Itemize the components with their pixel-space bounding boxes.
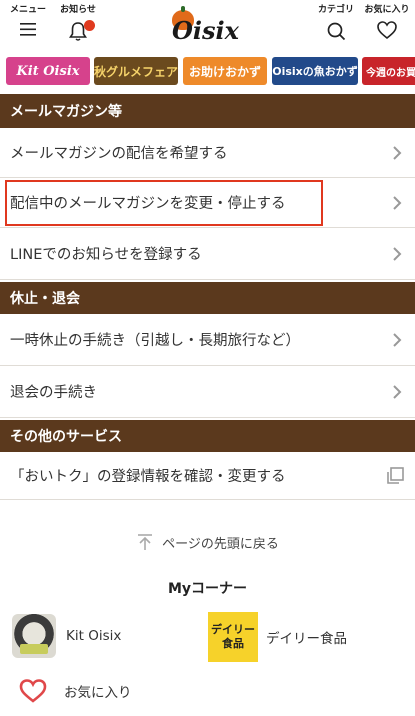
mycorner-item-label: Kit Oisix: [66, 628, 122, 644]
banner-kit-oisix[interactable]: Kit Oisix: [6, 57, 90, 85]
banner-weekly-deals[interactable]: 今週のお買い: [362, 57, 415, 85]
category-button[interactable]: カテゴリ: [308, 4, 364, 50]
row-label: 一時休止の手続き（引越し・長期旅行など）: [10, 333, 300, 349]
mycorner-item-label: デイリー食品: [266, 631, 347, 647]
row-label: LINEでのお知らせを登録する: [10, 247, 202, 263]
campaign-banner-row: Kit Oisix 秋グルメフェア お助けおかず Oisixの魚おかず 今週のお…: [0, 55, 415, 89]
chevron-right-icon: [393, 332, 402, 347]
menu-row-oitoku[interactable]: 「おいトク」の登録情報を確認・変更する: [0, 452, 415, 500]
menu-row-subscribe-mail[interactable]: メールマガジンの配信を希望する: [0, 128, 415, 178]
page-top-link[interactable]: ページの先頭に戻る: [0, 524, 415, 560]
daily-badge-line1: デイリー: [211, 623, 255, 636]
mycorner-title: Myコーナー: [167, 581, 248, 597]
row-label: メールマガジンの配信を希望する: [10, 146, 228, 162]
banner-autumn-gourmet[interactable]: 秋グルメフェア: [94, 57, 178, 85]
chevron-right-icon: [393, 246, 402, 261]
chevron-right-icon: [393, 195, 402, 210]
kit-oisix-thumbnail: [12, 614, 56, 658]
arrow-up-icon: [138, 534, 153, 550]
oisix-logo[interactable]: Oisix: [168, 6, 248, 45]
category-label: カテゴリ: [317, 5, 354, 15]
menu-button[interactable]: メニュー: [0, 4, 56, 50]
row-label: 「おいトク」の登録情報を確認・変更する: [10, 469, 286, 485]
heart-icon: [377, 21, 397, 40]
row-label: 退会の手続き: [10, 385, 97, 401]
external-window-icon: [387, 466, 404, 484]
mycorner-item-label: お気に入り: [64, 685, 132, 701]
logo-text: Oisix: [172, 16, 239, 45]
page-top-label: ページの先頭に戻る: [162, 536, 279, 552]
section-header-mail: メールマガジン等: [0, 94, 415, 128]
section-header-pause: 休止・退会: [0, 282, 415, 314]
mycorner-kit-oisix[interactable]: Kit Oisix: [12, 614, 121, 658]
notification-label: お知らせ: [60, 5, 96, 15]
search-icon: [327, 22, 346, 41]
banner-otasuke-okazu[interactable]: お助けおかず: [183, 57, 267, 85]
chevron-right-icon: [393, 384, 402, 399]
notification-button[interactable]: お知らせ: [50, 4, 106, 50]
menu-label: メニュー: [9, 5, 46, 15]
section-header-other: その他のサービス: [0, 420, 415, 452]
favorites-label: お気に入り: [364, 5, 410, 15]
app-header: メニュー お知らせ Oisix カテゴリ お気に入り: [0, 0, 415, 52]
daily-badge-line2: 食品: [222, 637, 244, 650]
banner-fish-okazu[interactable]: Oisixの魚おかず: [272, 57, 358, 85]
mycorner-favorites[interactable]: お気に入り: [18, 678, 132, 704]
menu-row-pause[interactable]: 一時休止の手続き（引越し・長期旅行など）: [0, 314, 415, 366]
notification-badge: [84, 20, 95, 31]
chevron-right-icon: [393, 145, 402, 160]
menu-row-withdraw[interactable]: 退会の手続き: [0, 366, 415, 418]
hamburger-icon: [20, 23, 36, 36]
menu-row-line-register[interactable]: LINEでのお知らせを登録する: [0, 228, 415, 280]
favorites-button[interactable]: お気に入り: [359, 4, 415, 50]
heart-icon: [19, 679, 47, 703]
highlight-frame: [5, 180, 323, 226]
daily-food-badge: デイリー 食品: [208, 612, 258, 662]
mycorner-daily-food[interactable]: デイリー 食品 デイリー食品: [208, 612, 347, 662]
